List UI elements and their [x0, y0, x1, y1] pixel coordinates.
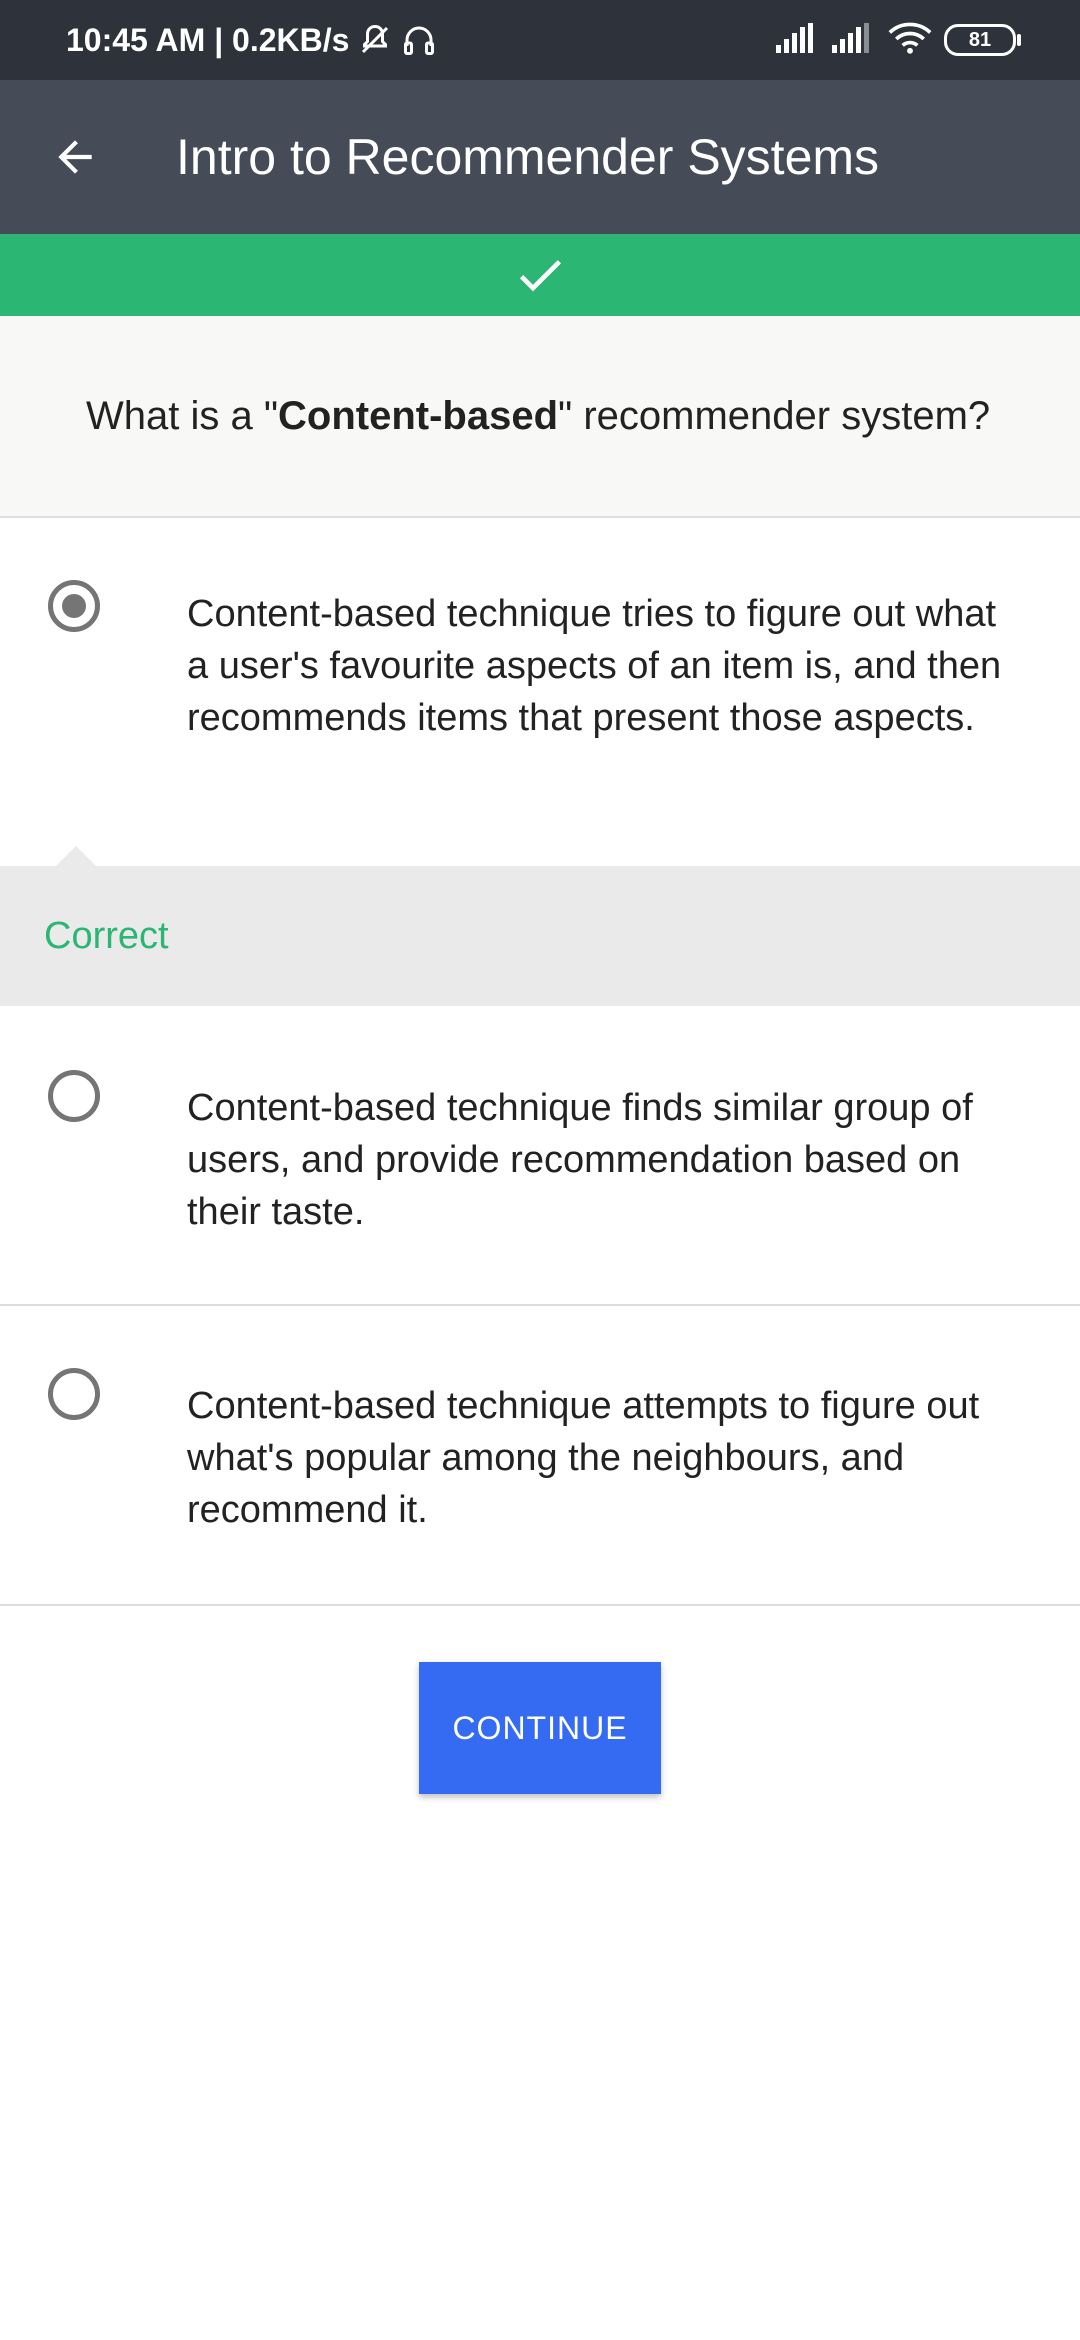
answer-option-text: Content-based technique tries to figure … — [187, 593, 1002, 739]
answer-option-3[interactable]: Content-based technique attempts to figu… — [0, 1306, 1080, 1604]
status-bar: 10:45 AM | 0.2KB/s 81 — [0, 0, 1080, 80]
status-left: 10:45 AM | 0.2KB/s — [66, 0, 437, 80]
battery-level: 81 — [968, 28, 992, 51]
result-banner — [0, 234, 1080, 316]
page-title: Intro to Recommender Systems — [176, 129, 880, 185]
headphones-icon — [401, 22, 437, 58]
signal-icon — [832, 22, 876, 58]
divider — [0, 1604, 1080, 1606]
question-emphasis: Content-based — [278, 393, 559, 438]
battery-icon: 81 — [944, 24, 1021, 56]
feedback-panel: Correct — [0, 866, 1080, 1006]
status-network-speed: 0.2KB/s — [232, 21, 350, 58]
feedback-label: Correct — [44, 914, 169, 957]
answer-option-1[interactable]: Content-based technique tries to figure … — [0, 518, 1080, 866]
status-separator: | — [205, 21, 233, 58]
question-text: What is a " Content-based " recommender sy… — [86, 316, 1046, 516]
arrow-back-icon — [58, 140, 92, 174]
status-time: 10:45 AM — [66, 21, 206, 58]
back-button[interactable] — [40, 122, 110, 192]
answer-option-2[interactable]: Content-based technique finds similar gr… — [0, 1006, 1080, 1304]
do-not-disturb-icon — [357, 22, 393, 58]
feedback-pointer — [56, 846, 96, 866]
question-panel: What is a " Content-based " recommender sy… — [0, 316, 1080, 518]
check-icon — [519, 260, 561, 292]
answer-option-text: Content-based technique finds similar gr… — [187, 1087, 973, 1233]
radio-selected-icon[interactable] — [48, 580, 100, 632]
question-suffix: " recommender system? — [558, 393, 991, 438]
question-prefix: What is a " — [86, 393, 279, 438]
continue-button[interactable]: CONTINUE — [419, 1662, 661, 1794]
answer-option-text: Content-based technique attempts to figu… — [187, 1385, 980, 1531]
signal-icon — [776, 22, 820, 58]
app-bar: Intro to Recommender Systems — [0, 80, 1080, 234]
status-right: 81 — [776, 0, 1021, 80]
wifi-icon — [888, 21, 932, 60]
radio-unselected-icon[interactable] — [48, 1070, 100, 1122]
radio-unselected-icon[interactable] — [48, 1368, 100, 1420]
